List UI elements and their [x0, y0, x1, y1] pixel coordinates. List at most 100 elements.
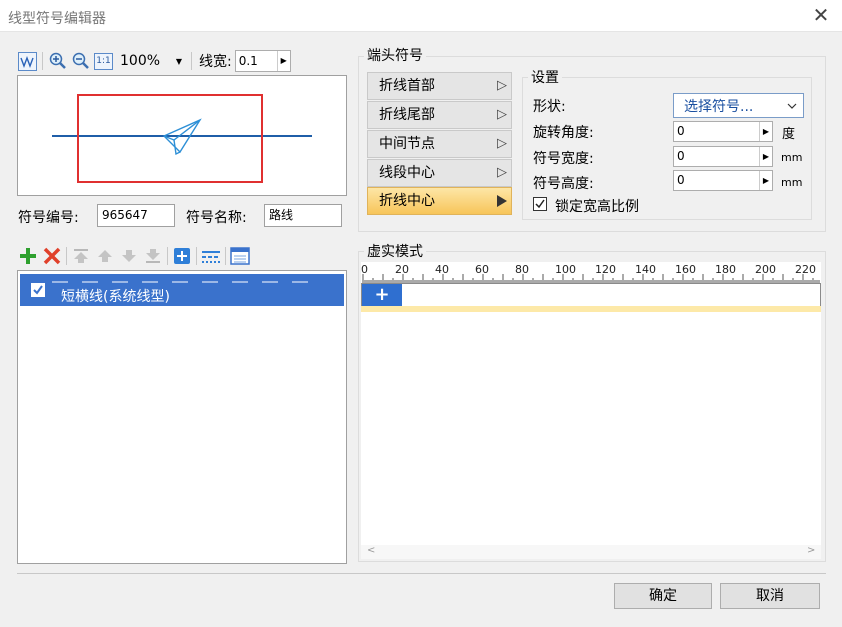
play-outline-icon: ▷: [497, 136, 507, 151]
tab-label: 中间节点: [379, 136, 435, 152]
spin-arrow-icon[interactable]: ▶: [759, 122, 772, 141]
lock-ratio-checkbox[interactable]: [533, 197, 547, 211]
width-unit: mm: [781, 151, 803, 164]
rotation-value[interactable]: 0: [674, 122, 759, 141]
zoom-out-icon[interactable]: [71, 51, 91, 71]
spin-arrow-icon[interactable]: ▶: [759, 171, 772, 190]
tab-label: 折线首部: [379, 78, 435, 94]
rotation-label: 旋转角度:: [533, 125, 594, 141]
dash-highlight: [361, 306, 821, 312]
ruler-tick-label: 200: [755, 263, 776, 276]
toolbar-separator: [225, 247, 226, 265]
zoom-in-icon[interactable]: [48, 51, 68, 71]
tab-middle-node[interactable]: 中间节点 ▷: [367, 130, 512, 158]
ruler-tick-label: 80: [515, 263, 529, 276]
tab-label: 折线中心: [379, 193, 435, 209]
chevron-down-icon: ▼: [175, 56, 182, 66]
height-unit: mm: [781, 176, 803, 189]
tab-segment-center[interactable]: 线段中心 ▷: [367, 159, 512, 187]
toolbar-separator: [167, 247, 168, 265]
toolbar-separator: [42, 52, 43, 70]
ruler-tick-label: 120: [595, 263, 616, 276]
add-segment-button[interactable]: +: [362, 284, 402, 306]
dash-track[interactable]: [361, 283, 821, 307]
check-icon: [535, 199, 545, 209]
ruler-tick-label: 160: [675, 263, 696, 276]
tab-polyline-head[interactable]: 折线首部 ▷: [367, 72, 512, 100]
width-value[interactable]: 0: [674, 147, 759, 166]
move-top-icon[interactable]: [71, 246, 91, 266]
symbol-name-label: 符号名称:: [186, 210, 247, 226]
play-outline-icon: ▷: [497, 107, 507, 122]
ruler-tick-label: 0: [361, 263, 368, 276]
move-bottom-icon[interactable]: [143, 246, 163, 266]
width-spinner[interactable]: 0 ▶: [673, 146, 773, 167]
width-label: 符号宽度:: [533, 151, 594, 167]
add-icon[interactable]: [18, 246, 38, 266]
zoom-value: 100%: [120, 53, 161, 69]
ok-button[interactable]: 确定: [614, 583, 712, 609]
ruler-tick-label: 20: [395, 263, 409, 276]
preview-canvas: [52, 94, 312, 183]
shape-value: 选择符号...: [684, 98, 754, 115]
line-preview-icon[interactable]: [18, 51, 37, 71]
close-button[interactable]: ✕: [808, 4, 834, 28]
lock-ratio-label: 锁定宽高比例: [555, 199, 639, 215]
window-title: 线型符号编辑器: [8, 11, 106, 27]
move-up-icon[interactable]: [95, 246, 115, 266]
tab-label: 线段中心: [379, 165, 435, 181]
ruler-tick-label: 60: [475, 263, 489, 276]
rotation-spinner[interactable]: 0 ▶: [673, 121, 773, 142]
linewidth-label: 线宽:: [199, 54, 232, 70]
ruler-tick-label: 100: [555, 263, 576, 276]
toolbar-separator: [196, 247, 197, 265]
height-value[interactable]: 0: [674, 171, 759, 190]
symbol-id-field[interactable]: 965647: [97, 204, 175, 227]
play-outline-icon: ▷: [497, 165, 507, 180]
tab-label: 折线尾部: [379, 107, 435, 123]
zoom-select[interactable]: 100% ▼: [116, 50, 186, 72]
chevron-down-icon: [787, 103, 797, 109]
list-toolbar: [18, 246, 250, 266]
list-item-label: 短横线(系统线型): [61, 289, 170, 305]
rotation-unit: 度: [782, 127, 796, 142]
toolbar-separator: [66, 247, 67, 265]
ruler-tick-label: 180: [715, 263, 736, 276]
ruler-tick-label: 40: [435, 263, 449, 276]
properties-icon[interactable]: [230, 246, 250, 266]
move-down-icon[interactable]: [119, 246, 139, 266]
dash-ruler-area[interactable]: 0 20 40 60 80 100 120 140 160 180 200 220 +: [361, 262, 821, 545]
settings-title: 设置: [528, 67, 562, 87]
height-spinner[interactable]: 0 ▶: [673, 170, 773, 191]
spin-arrow-icon[interactable]: ▶: [759, 147, 772, 166]
tab-polyline-center[interactable]: 折线中心: [367, 187, 512, 215]
scroll-right-icon[interactable]: >: [807, 545, 815, 556]
symbol-preview: [17, 75, 347, 196]
preview-toolbar: 1:1 100% ▼ 线宽: 0.1 ▶: [18, 50, 291, 72]
shape-select[interactable]: 选择符号...: [673, 93, 804, 118]
height-label: 符号高度:: [533, 176, 594, 192]
ruler-tick-label: 220: [795, 263, 816, 276]
list-item-checkbox[interactable]: [31, 283, 45, 297]
list-item[interactable]: 短横线(系统线型): [20, 274, 344, 306]
shape-label: 形状:: [533, 99, 566, 115]
footer-divider: [17, 573, 826, 574]
symbol-id-label: 符号编号:: [18, 210, 79, 226]
actual-size-label: 1:1: [96, 56, 111, 66]
tab-polyline-tail[interactable]: 折线尾部 ▷: [367, 101, 512, 129]
delete-icon[interactable]: [42, 246, 62, 266]
title-bar: 线型符号编辑器 ✕: [0, 0, 842, 32]
spin-arrow-icon[interactable]: ▶: [276, 51, 290, 71]
line-layer-list[interactable]: 短横线(系统线型): [17, 270, 347, 564]
ruler-tick-label: 140: [635, 263, 656, 276]
horizontal-scrollbar[interactable]: < >: [361, 545, 821, 559]
scroll-left-icon[interactable]: <: [367, 545, 375, 556]
actual-size-icon[interactable]: 1:1: [94, 52, 113, 70]
symbol-name-field[interactable]: 路线: [264, 204, 342, 227]
cancel-button[interactable]: 取消: [720, 583, 820, 609]
linewidth-spinner[interactable]: 0.1 ▶: [234, 50, 291, 72]
insert-icon[interactable]: [172, 246, 192, 266]
dash-style-icon[interactable]: [201, 246, 221, 266]
linewidth-value[interactable]: 0.1: [236, 51, 277, 71]
check-icon: [33, 285, 43, 295]
